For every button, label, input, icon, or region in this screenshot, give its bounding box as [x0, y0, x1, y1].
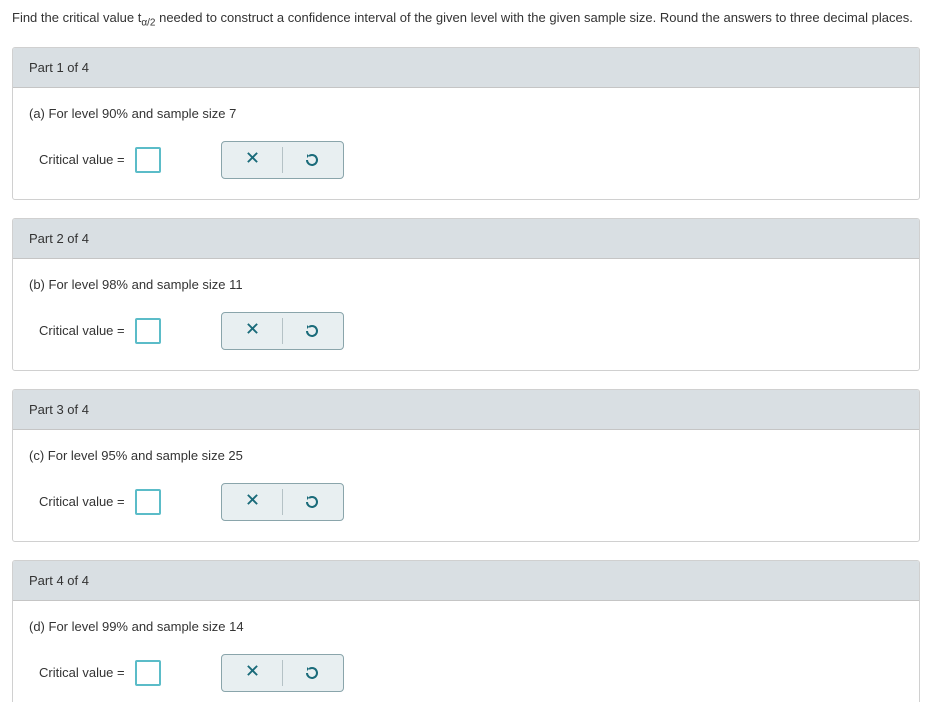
part-header: Part 3 of 4 [13, 390, 919, 430]
question-text: (c) For level 95% and sample size 25 [29, 448, 903, 463]
close-icon [246, 664, 259, 682]
clear-button[interactable] [224, 486, 282, 518]
answer-label: Critical value = [39, 323, 125, 338]
clear-button[interactable] [224, 315, 282, 347]
close-icon [246, 322, 259, 340]
action-group [221, 141, 344, 179]
answer-row: Critical value = [29, 483, 903, 521]
question-text: (d) For level 99% and sample size 14 [29, 619, 903, 634]
question-text: (b) For level 98% and sample size 11 [29, 277, 903, 292]
part-header: Part 2 of 4 [13, 219, 919, 259]
instructions-prefix: Find the critical value [12, 10, 138, 25]
critical-value-input[interactable] [135, 318, 161, 344]
part-body: (d) For level 99% and sample size 14 Cri… [13, 601, 919, 702]
answer-row: Critical value = [29, 141, 903, 179]
reset-button[interactable] [283, 486, 341, 518]
action-group [221, 483, 344, 521]
instructions-text: Find the critical value tα/2 needed to c… [12, 10, 920, 29]
reset-icon [304, 665, 320, 681]
clear-button[interactable] [224, 657, 282, 689]
instructions-subscript: α/2 [141, 18, 155, 29]
part-container-1: Part 1 of 4 (a) For level 90% and sample… [12, 47, 920, 200]
part-body: (c) For level 95% and sample size 25 Cri… [13, 430, 919, 541]
part-header: Part 4 of 4 [13, 561, 919, 601]
part-container-3: Part 3 of 4 (c) For level 95% and sample… [12, 389, 920, 542]
part-container-4: Part 4 of 4 (d) For level 99% and sample… [12, 560, 920, 702]
reset-button[interactable] [283, 315, 341, 347]
answer-row: Critical value = [29, 654, 903, 692]
reset-button[interactable] [283, 144, 341, 176]
reset-icon [304, 494, 320, 510]
critical-value-input[interactable] [135, 147, 161, 173]
close-icon [246, 151, 259, 169]
critical-value-input[interactable] [135, 489, 161, 515]
question-text: (a) For level 90% and sample size 7 [29, 106, 903, 121]
action-group [221, 312, 344, 350]
answer-label: Critical value = [39, 152, 125, 167]
clear-button[interactable] [224, 144, 282, 176]
part-body: (a) For level 90% and sample size 7 Crit… [13, 88, 919, 199]
reset-icon [304, 152, 320, 168]
instructions-suffix: needed to construct a confidence interva… [155, 10, 912, 25]
critical-value-input[interactable] [135, 660, 161, 686]
answer-row: Critical value = [29, 312, 903, 350]
reset-button[interactable] [283, 657, 341, 689]
close-icon [246, 493, 259, 511]
answer-label: Critical value = [39, 665, 125, 680]
action-group [221, 654, 344, 692]
answer-label: Critical value = [39, 494, 125, 509]
reset-icon [304, 323, 320, 339]
part-body: (b) For level 98% and sample size 11 Cri… [13, 259, 919, 370]
part-header: Part 1 of 4 [13, 48, 919, 88]
part-container-2: Part 2 of 4 (b) For level 98% and sample… [12, 218, 920, 371]
